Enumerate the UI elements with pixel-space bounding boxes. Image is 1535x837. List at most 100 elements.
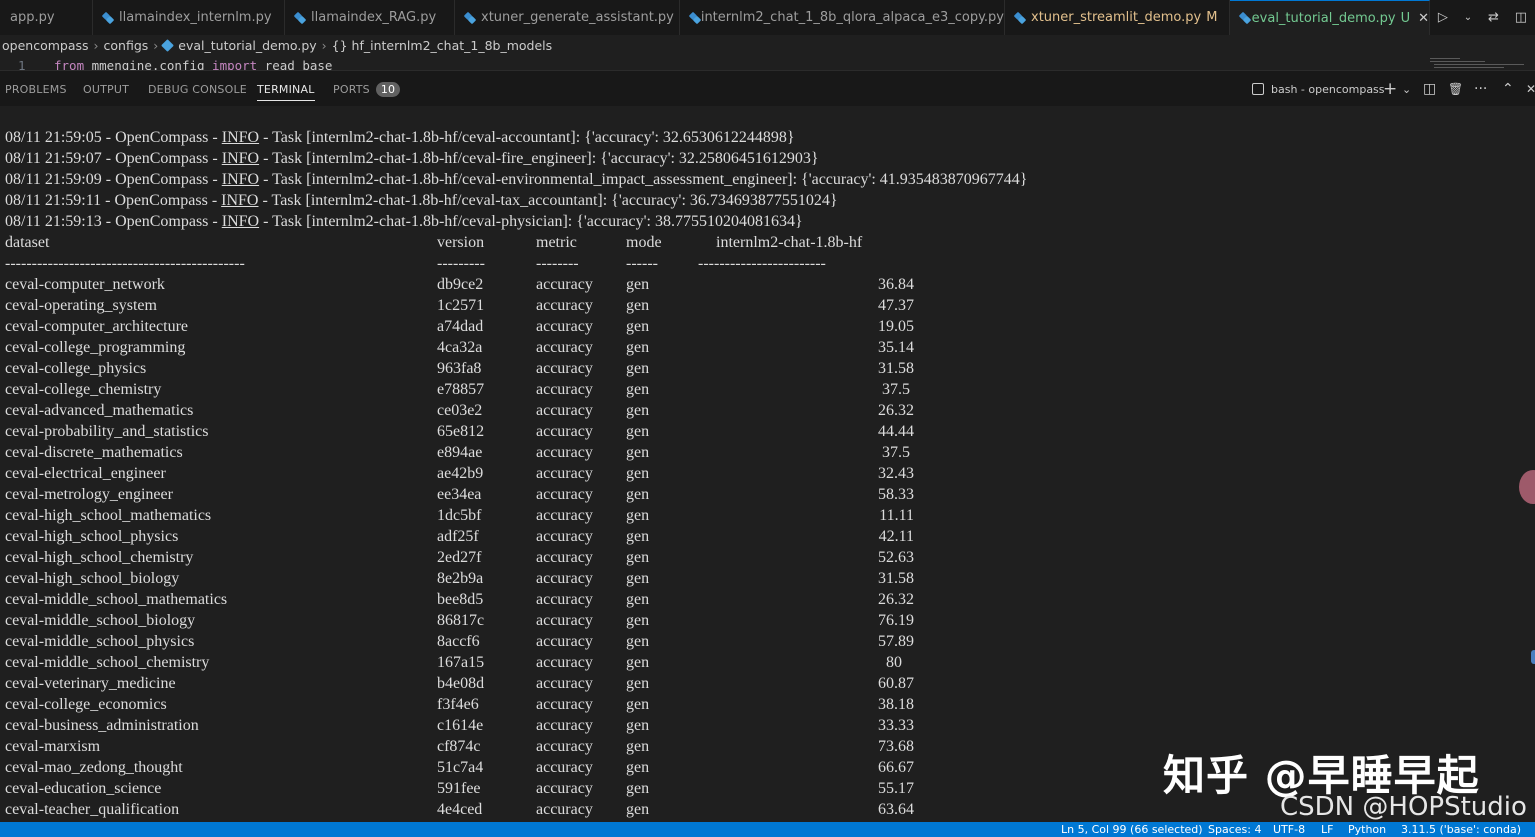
log-level[interactable]: INFO <box>222 213 259 230</box>
chevron-down-icon[interactable]: ⌄ <box>1464 12 1472 23</box>
cell-metric: accuracy <box>536 486 593 503</box>
cell-metric: accuracy <box>536 675 593 692</box>
cell-dataset: ceval-marxism <box>5 738 101 755</box>
cell-version: 591fee <box>437 780 481 797</box>
tab-terminal[interactable]: TERMINAL <box>257 71 315 107</box>
cell-version: adf25f <box>437 528 479 545</box>
cell-dataset: ceval-computer_network <box>5 276 165 293</box>
compare-changes-icon[interactable]: ⇄ <box>1488 10 1499 25</box>
tab-ports[interactable]: PORTS 10 <box>333 71 401 107</box>
cell-score: 11.11 <box>879 507 914 524</box>
code-line: from mmengine.config import read_base <box>54 58 332 70</box>
log-timestamp: 08/11 21:59:07 <box>5 150 102 167</box>
split-editor-icon[interactable]: ◫ <box>1515 10 1527 25</box>
cell-dataset: ceval-middle_school_chemistry <box>5 654 210 671</box>
cursor-position[interactable]: Ln 5, Col 99 (66 selected) <box>1061 822 1203 837</box>
tab-label: DEBUG CONSOLE <box>148 82 247 96</box>
keyword: import <box>212 58 258 70</box>
cell-metric: accuracy <box>536 801 593 818</box>
cell-version: 86817c <box>437 612 485 629</box>
minimap[interactable] <box>1420 56 1535 70</box>
python-interpreter[interactable]: 3.11.5 ('base': conda) <box>1401 822 1521 837</box>
editor-tab-bar: app.py llamaindex_internlm.py llamaindex… <box>0 0 1535 35</box>
log-message: Task [internlm2-chat-1.8b-hf/ceval-fire_… <box>272 150 819 167</box>
table-separator: ------ <box>626 255 658 272</box>
tab-app-py[interactable]: app.py <box>0 0 93 35</box>
tab-llamaindex-rag[interactable]: llamaindex_RAG.py <box>285 0 455 35</box>
trash-icon[interactable]: 🗑 <box>1448 71 1463 107</box>
log-timestamp: 08/11 21:59:11 <box>5 192 102 209</box>
log-level[interactable]: INFO <box>222 150 259 167</box>
tab-problems[interactable]: PROBLEMS <box>5 71 67 107</box>
cell-score: 63.64 <box>878 801 914 818</box>
terminal-output[interactable]: 08/11 21:59:05 - OpenCompass - INFO - Ta… <box>0 106 1535 822</box>
terminal-selector[interactable]: bash - opencompass <box>1252 71 1385 107</box>
scroll-indicator[interactable] <box>1531 650 1535 664</box>
tab-eval-tutorial-demo[interactable]: eval_tutorial_demo.py U ✕ <box>1230 0 1430 35</box>
python-file-icon <box>465 13 475 23</box>
tab-internlm2-qlora-copy[interactable]: internlm2_chat_1_8b_qlora_alpaca_e3_copy… <box>680 0 1005 35</box>
cell-score: 80 <box>886 654 914 671</box>
log-level[interactable]: INFO <box>222 129 259 146</box>
line-ending[interactable]: LF <box>1321 822 1333 837</box>
split-terminal-icon[interactable]: ◫ <box>1423 71 1436 107</box>
cell-mode: gen <box>626 696 650 713</box>
close-icon[interactable]: ✕ <box>1418 11 1429 26</box>
floating-assistant-icon[interactable] <box>1519 470 1535 504</box>
log-level[interactable]: INFO <box>221 192 258 209</box>
cell-mode: gen <box>626 528 650 545</box>
chevron-glyph: ⌄ <box>1402 82 1412 96</box>
python-file-icon <box>1015 13 1025 23</box>
tab-debug-console[interactable]: DEBUG CONSOLE <box>148 71 247 107</box>
cell-version: 2ed27f <box>437 549 482 566</box>
keyword: from <box>54 58 85 70</box>
cell-metric: accuracy <box>536 633 593 650</box>
breadcrumb-item[interactable]: eval_tutorial_demo.py <box>178 38 316 53</box>
cell-mode: gen <box>626 402 650 419</box>
cell-score: 36.84 <box>878 276 914 293</box>
tab-xtuner-streamlit-demo[interactable]: xtuner_streamlit_demo.py M <box>1005 0 1230 35</box>
cell-metric: accuracy <box>536 654 593 671</box>
chevron-down-icon[interactable]: ⌄ <box>1402 71 1411 107</box>
cell-mode: gen <box>626 738 650 755</box>
table-separator: ----------------------------------------… <box>5 255 245 272</box>
indentation[interactable]: Spaces: 4 <box>1208 822 1261 837</box>
cell-score: 19.05 <box>878 318 914 335</box>
untracked-badge: U <box>1400 10 1411 26</box>
table-header-model: internlm2-chat-1.8b-hf <box>716 234 863 251</box>
tab-label: TERMINAL <box>257 82 315 96</box>
split-glyph: ◫ <box>1423 81 1437 97</box>
tab-xtuner-generate-assistant[interactable]: xtuner_generate_assistant.py <box>455 0 680 35</box>
terminal-name: bash - opencompass <box>1271 82 1385 96</box>
cell-metric: accuracy <box>536 570 593 587</box>
cell-score: 33.33 <box>878 717 914 734</box>
status-bar: Ln 5, Col 99 (66 selected) Spaces: 4 UTF… <box>0 822 1535 837</box>
code-editor[interactable]: 1 from mmengine.config import read_base <box>0 56 1420 70</box>
tab-output[interactable]: OUTPUT <box>83 71 129 107</box>
log-line: 08/11 21:59:05 - OpenCompass - INFO - Ta… <box>5 129 795 146</box>
breadcrumb-item[interactable]: opencompass <box>2 38 89 53</box>
cell-metric: accuracy <box>536 717 593 734</box>
cell-mode: gen <box>626 717 650 734</box>
log-level[interactable]: INFO <box>222 171 259 188</box>
import-name: read_base <box>257 58 333 70</box>
cell-score: 55.17 <box>878 780 914 797</box>
cell-version: 963fa8 <box>437 360 482 377</box>
close-panel-icon[interactable]: ✕ <box>1526 71 1535 107</box>
cell-version: 1dc5bf <box>437 507 482 524</box>
breadcrumb-item[interactable]: {} hf_internlm2_chat_1_8b_models <box>332 38 553 53</box>
cell-version: 4ca32a <box>437 339 483 356</box>
cell-metric: accuracy <box>536 402 593 419</box>
cell-dataset: ceval-high_school_chemistry <box>5 549 194 566</box>
more-actions-icon[interactable]: ··· <box>1474 71 1487 107</box>
tab-llamaindex-internlm[interactable]: llamaindex_internlm.py <box>93 0 285 35</box>
maximize-panel-icon[interactable]: ⌃ <box>1502 71 1514 107</box>
language-mode[interactable]: Python <box>1348 822 1386 837</box>
encoding[interactable]: UTF-8 <box>1273 822 1305 837</box>
breadcrumb-item[interactable]: configs <box>104 38 149 53</box>
module-name: mmengine.config <box>84 58 213 70</box>
new-terminal-icon[interactable]: + <box>1383 71 1397 107</box>
run-icon[interactable]: ▷ <box>1438 10 1448 25</box>
table-header-version: version <box>437 234 485 251</box>
cell-mode: gen <box>626 297 650 314</box>
